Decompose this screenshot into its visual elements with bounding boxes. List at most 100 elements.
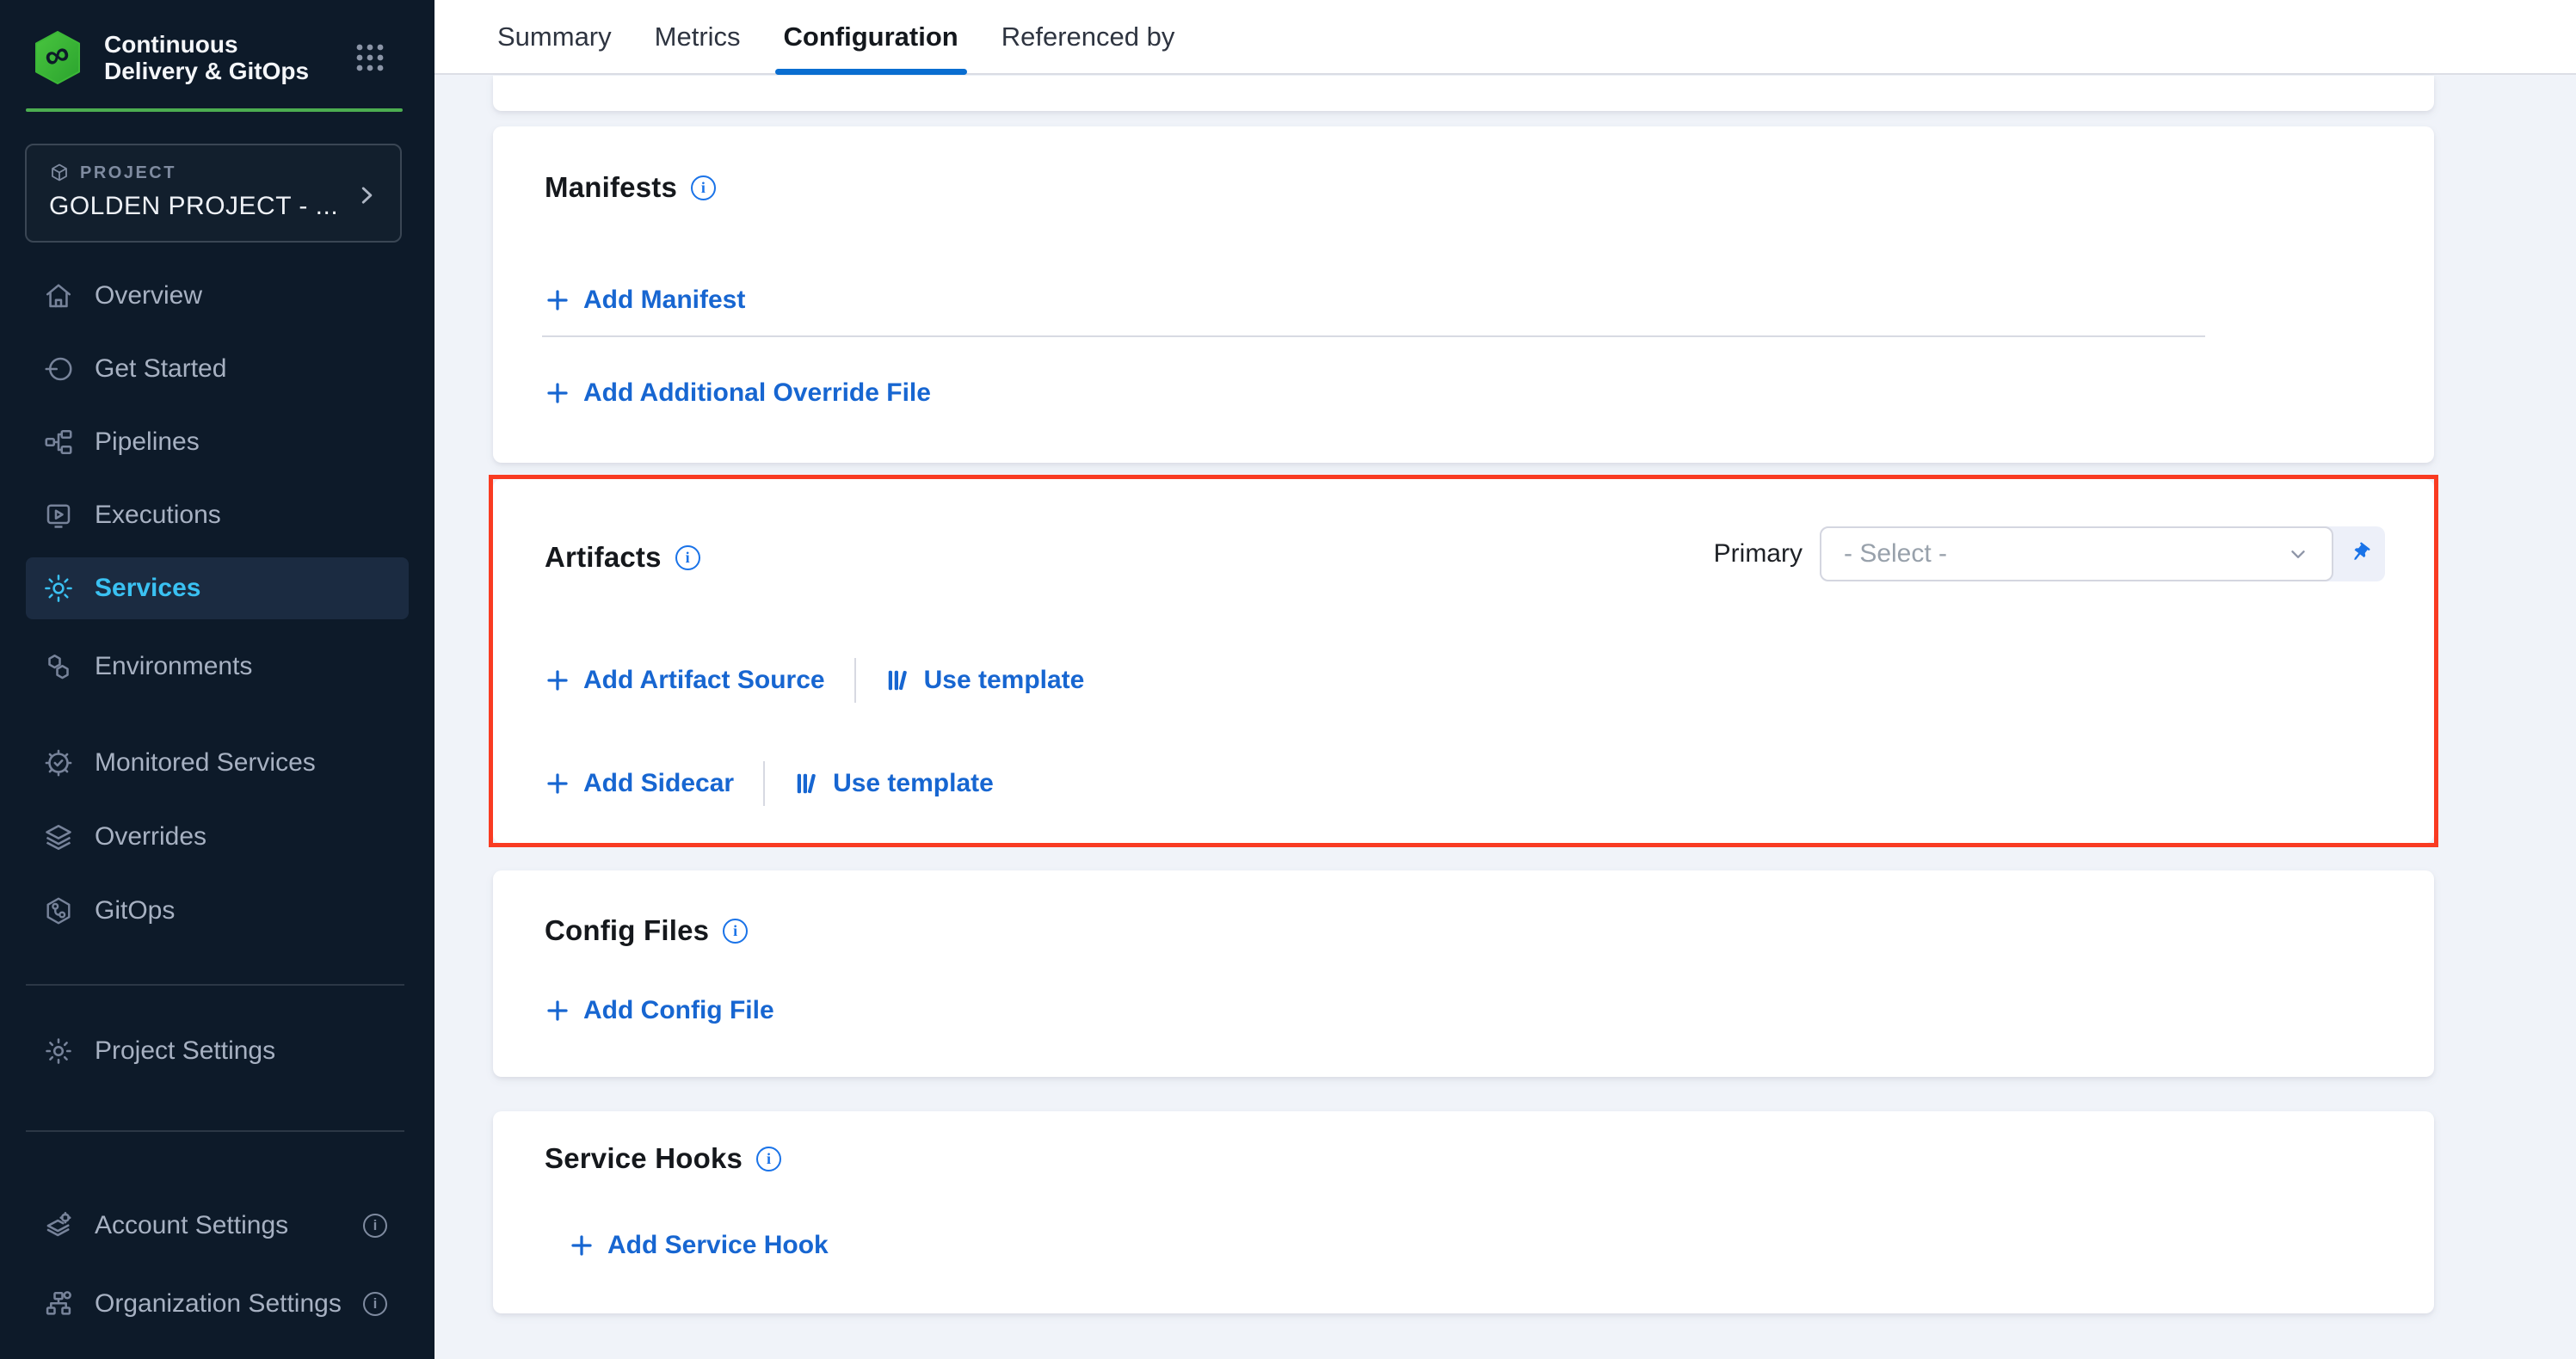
environments-icon [41, 649, 76, 684]
info-icon[interactable]: i [723, 919, 748, 944]
sidebar-item-services[interactable]: Services [26, 557, 409, 619]
plus-icon [569, 1233, 595, 1258]
main-area: Summary Metrics Configuration Referenced… [434, 0, 2576, 1359]
pin-icon [2345, 540, 2373, 568]
monitored-services-icon [41, 746, 76, 780]
primary-artifact-select[interactable]: - Select - [1820, 526, 2333, 581]
configuration-content: Manifests i Add Manifest Add Additional … [434, 75, 2576, 1359]
vertical-separator [854, 658, 856, 703]
sidebar-item-label: Organization Settings [95, 1289, 342, 1319]
use-template-label: Use template [924, 666, 1085, 695]
tab-label: Configuration [784, 22, 958, 52]
sidebar-item-overview[interactable]: Overview [26, 270, 409, 322]
services-gear-icon [41, 571, 76, 606]
sidebar-item-label: Pipelines [95, 427, 200, 457]
manifests-section: Manifests i Add Manifest Add Additional … [493, 126, 2434, 463]
sidebar-item-label: Get Started [95, 354, 226, 384]
add-config-file-label: Add Config File [583, 996, 774, 1025]
tab-configuration[interactable]: Configuration [784, 0, 958, 73]
plus-icon [545, 287, 570, 313]
home-icon [41, 279, 76, 313]
sidebar-item-environments[interactable]: Environments [26, 641, 409, 692]
sidebar-item-label: Overview [95, 281, 202, 311]
executions-icon [41, 498, 76, 532]
info-icon[interactable]: i [363, 1214, 387, 1238]
module-grid-icon[interactable] [355, 43, 385, 72]
add-override-label: Add Additional Override File [583, 378, 931, 408]
tab-referenced-by[interactable]: Referenced by [1001, 0, 1175, 73]
info-icon[interactable]: i [675, 545, 700, 570]
active-tab-underline [775, 69, 967, 75]
sidebar-item-label: Services [95, 574, 200, 603]
sidebar-item-get-started[interactable]: Get Started [26, 343, 409, 395]
get-started-icon [41, 352, 76, 386]
template-library-icon [885, 667, 911, 693]
artifacts-section: Artifacts i Primary - Select - [493, 479, 2434, 843]
sidebar-item-overrides[interactable]: Overrides [26, 811, 409, 863]
plus-icon [545, 380, 570, 406]
add-artifact-source-label: Add Artifact Source [583, 666, 825, 695]
sidebar-item-pipelines[interactable]: Pipelines [26, 416, 409, 468]
sidebar: ∞ Continuous Delivery & GitOps PROJECT G… [0, 0, 434, 1359]
brand-header: ∞ Continuous Delivery & GitOps [0, 0, 434, 84]
sidebar-item-monitored-services[interactable]: Monitored Services [26, 737, 409, 789]
tab-label: Summary [497, 22, 612, 52]
config-files-title: Config Files [545, 914, 709, 947]
plus-icon [545, 667, 570, 693]
service-hooks-title: Service Hooks [545, 1142, 743, 1175]
add-artifact-source-button[interactable]: Add Artifact Source [545, 666, 825, 695]
config-files-section: Config Files i Add Config File [493, 870, 2434, 1077]
pin-button[interactable] [2333, 526, 2385, 581]
sidebar-nav: Overview Get Started [0, 268, 434, 937]
chevron-right-icon [355, 184, 378, 206]
sidebar-divider [26, 984, 404, 986]
account-settings-icon [41, 1208, 76, 1243]
add-config-file-button[interactable]: Add Config File [545, 996, 774, 1025]
tab-summary[interactable]: Summary [497, 0, 612, 73]
sidebar-item-label: GitOps [95, 896, 175, 925]
sidebar-divider [26, 1130, 404, 1132]
plus-icon [545, 998, 570, 1024]
project-label: PROJECT [80, 163, 176, 183]
sidebar-item-label: Monitored Services [95, 748, 316, 778]
sidebar-item-executions[interactable]: Executions [26, 489, 409, 541]
use-template-label: Use template [833, 769, 994, 798]
manifests-title: Manifests [545, 171, 677, 204]
project-selector[interactable]: PROJECT GOLDEN PROJECT - ... [25, 144, 402, 243]
tab-metrics[interactable]: Metrics [655, 0, 741, 73]
overrides-layers-icon [41, 820, 76, 854]
add-service-hook-label: Add Service Hook [607, 1231, 829, 1260]
sidebar-item-label: Account Settings [95, 1211, 288, 1240]
add-additional-override-file-button[interactable]: Add Additional Override File [545, 378, 931, 408]
sidebar-item-organization-settings[interactable]: Organization Settings i [26, 1278, 409, 1330]
add-sidecar-button[interactable]: Add Sidecar [545, 769, 734, 798]
sidebar-item-project-settings[interactable]: Project Settings [26, 1025, 409, 1077]
gitops-icon [41, 894, 76, 928]
use-template-sidecar-button[interactable]: Use template [794, 769, 994, 798]
add-manifest-button[interactable]: Add Manifest [545, 286, 745, 315]
app-title: Continuous Delivery & GitOps [104, 31, 328, 84]
module-accent-bar [26, 108, 403, 112]
select-placeholder: - Select - [1844, 539, 2287, 569]
info-icon[interactable]: i [691, 175, 716, 200]
chevron-down-icon [2287, 543, 2309, 565]
primary-artifact-row: Primary - Select - [1714, 526, 2385, 581]
app-window: ∞ Continuous Delivery & GitOps PROJECT G… [0, 0, 2576, 1359]
use-template-artifact-button[interactable]: Use template [885, 666, 1085, 695]
organization-settings-icon [41, 1287, 76, 1321]
add-service-hook-button[interactable]: Add Service Hook [569, 1231, 829, 1260]
add-manifest-label: Add Manifest [583, 286, 745, 315]
info-icon[interactable]: i [363, 1292, 387, 1316]
template-library-icon [794, 771, 820, 796]
gear-icon [41, 1034, 76, 1068]
primary-artifact-select-group: - Select - [1820, 526, 2385, 581]
service-hooks-section: Service Hooks i Add Service Hook [493, 1111, 2434, 1313]
tab-label: Referenced by [1001, 22, 1175, 52]
info-icon[interactable]: i [756, 1147, 781, 1171]
primary-label: Primary [1714, 539, 1803, 569]
annotation-highlight-box: Artifacts i Primary - Select - [489, 475, 2438, 847]
sidebar-item-gitops[interactable]: GitOps [26, 885, 409, 937]
sidebar-item-account-settings[interactable]: Account Settings i [26, 1200, 409, 1251]
plus-icon [545, 771, 570, 796]
cube-icon [49, 163, 70, 183]
